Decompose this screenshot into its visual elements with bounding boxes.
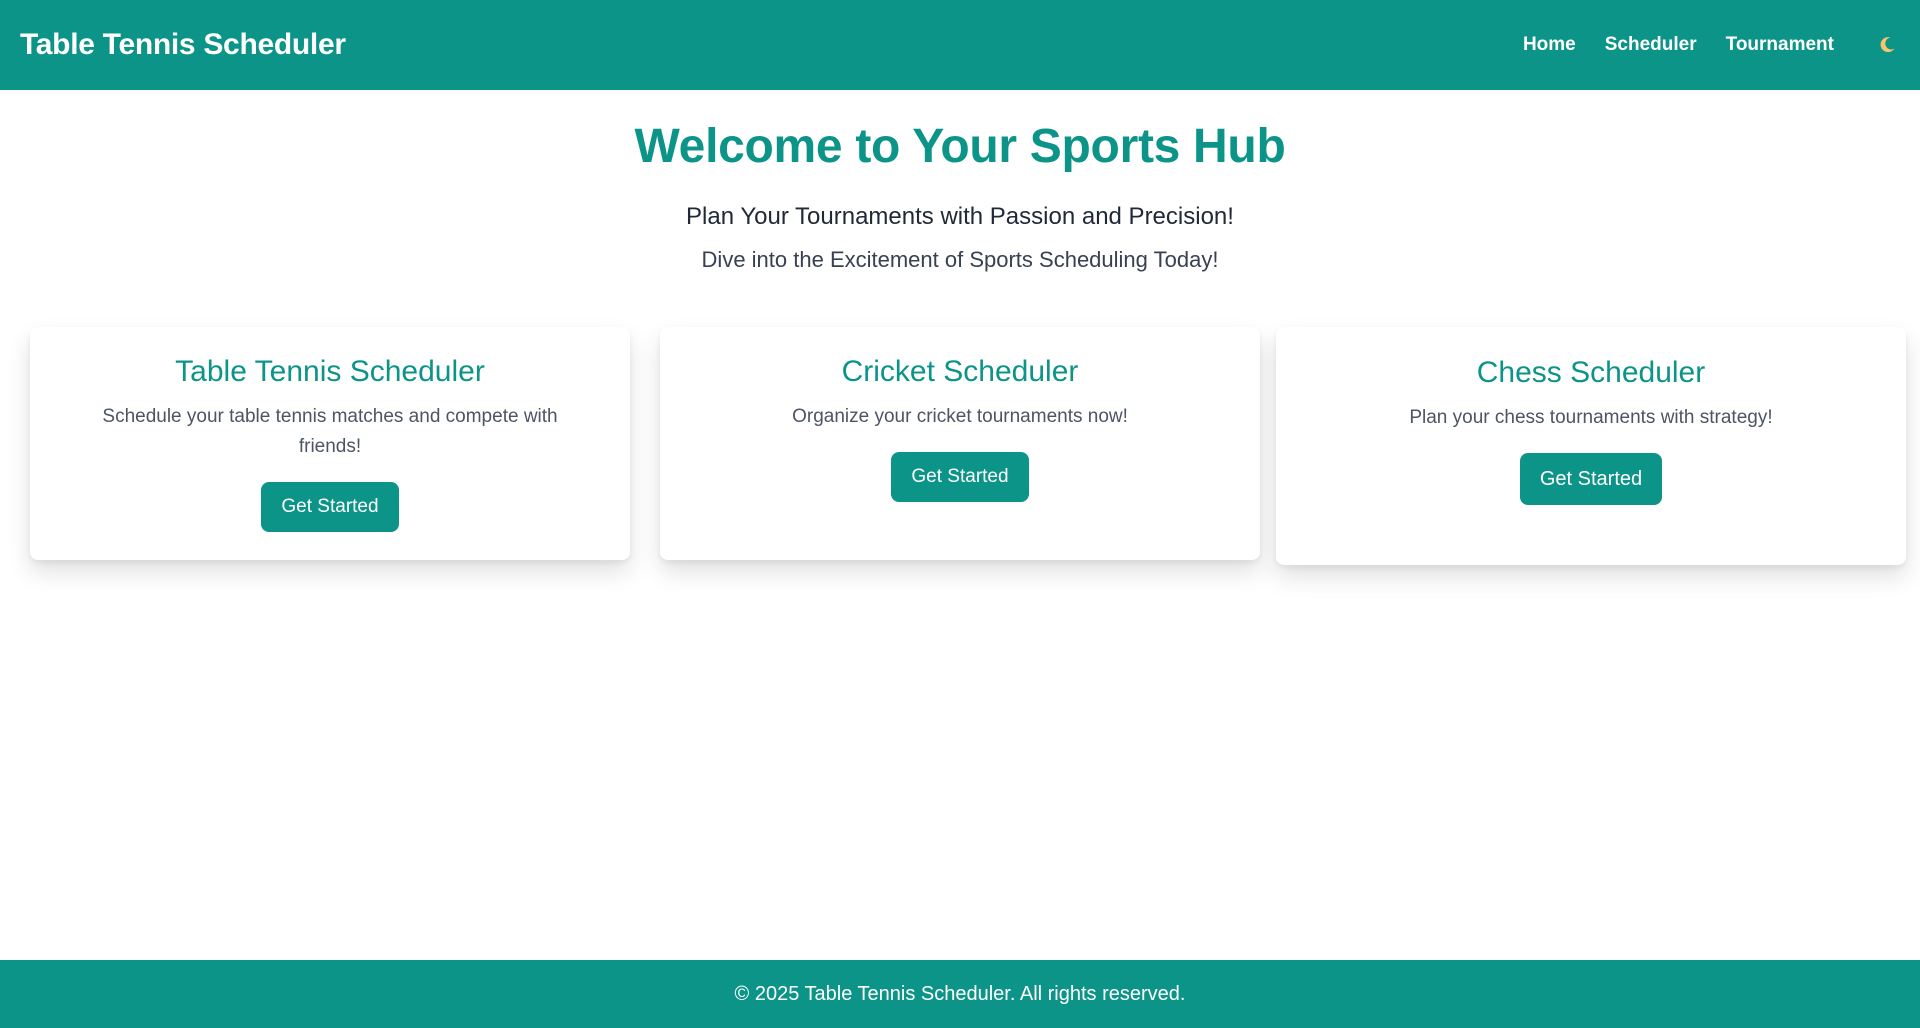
card-title: Table Tennis Scheduler: [175, 355, 485, 388]
nav-links: Home Scheduler Tournament: [1494, 32, 1900, 58]
footer: © 2025 Table Tennis Scheduler. All right…: [0, 960, 1920, 1028]
card-description: Plan your chess tournaments with strateg…: [1409, 407, 1773, 428]
nav-link-home[interactable]: Home: [1523, 34, 1576, 56]
chess-card: Chess Scheduler Plan your chess tourname…: [1276, 327, 1906, 565]
chess-get-started-button[interactable]: Get Started: [1519, 453, 1663, 505]
nav-link-scheduler[interactable]: Scheduler: [1605, 34, 1697, 56]
nav-link-tournament[interactable]: Tournament: [1726, 34, 1834, 56]
brand-title[interactable]: Table Tennis Scheduler: [20, 28, 346, 62]
cricket-card: Cricket Scheduler Organize your cricket …: [660, 327, 1260, 560]
table-tennis-card: Table Tennis Scheduler Schedule your tab…: [30, 327, 630, 560]
navbar: Table Tennis Scheduler Home Scheduler To…: [0, 0, 1920, 90]
hero-tagline: Plan Your Tournaments with Passion and P…: [686, 203, 1234, 230]
hero-title: Welcome to Your Sports Hub: [634, 120, 1286, 173]
hero-subtitle: Dive into the Excitement of Sports Sched…: [701, 247, 1219, 272]
card-description: Schedule your table tennis matches and c…: [102, 406, 558, 457]
cricket-get-started-button[interactable]: Get Started: [891, 452, 1029, 502]
moon-icon: [1880, 37, 1895, 53]
footer-copyright: © 2025 Table Tennis Scheduler. All right…: [734, 982, 1186, 1005]
table-tennis-get-started-button[interactable]: Get Started: [261, 482, 399, 532]
card-description: Organize your cricket tournaments now!: [792, 406, 1128, 427]
card-title: Cricket Scheduler: [841, 355, 1079, 388]
theme-toggle-button[interactable]: [1874, 32, 1900, 58]
card-title: Chess Scheduler: [1476, 356, 1706, 389]
hero-section: Welcome to Your Sports Hub Plan Your Tou…: [0, 90, 1920, 274]
